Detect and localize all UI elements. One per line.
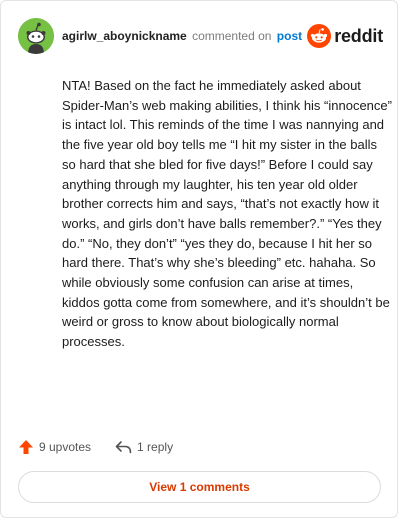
upvote-arrow-icon — [19, 440, 33, 454]
brand-wordmark: reddit — [334, 25, 383, 46]
reply-button[interactable]: 1 reply — [115, 440, 173, 454]
reddit-brand: reddit — [307, 24, 383, 48]
commented-on-text: commented on — [192, 29, 272, 43]
comment-meta: agirlw_aboynickname commented on post — [62, 29, 302, 43]
post-link[interactable]: post — [277, 29, 302, 43]
view-comments-button[interactable]: View 1 comments — [18, 471, 381, 503]
upvote-count: 9 upvotes — [39, 440, 92, 454]
reply-count: 1 reply — [137, 440, 174, 454]
comment-header: agirlw_aboynickname commented on post re… — [18, 18, 383, 54]
snoo-avatar-icon — [18, 18, 54, 54]
reddit-logo-icon — [307, 24, 332, 48]
comment-body: NTA! Based on the fact he immediately as… — [62, 78, 392, 350]
comment-card: agirlw_aboynickname commented on post re… — [0, 0, 398, 518]
upvote-button[interactable]: 9 upvotes — [18, 439, 91, 455]
avatar[interactable] — [18, 18, 54, 54]
comment-actions: 9 upvotes 1 reply — [18, 437, 173, 457]
username[interactable]: agirlw_aboynickname — [62, 29, 187, 43]
reply-arrow-icon — [115, 441, 132, 454]
